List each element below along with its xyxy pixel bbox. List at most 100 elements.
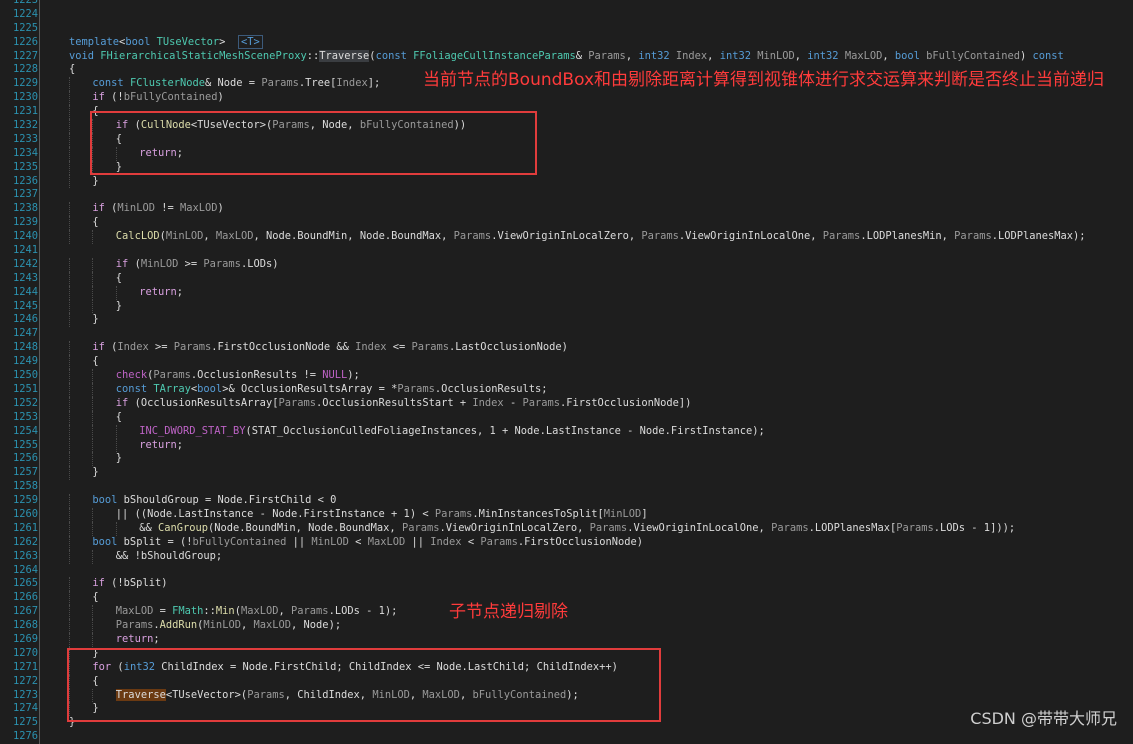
code-line[interactable]: 1276 [0, 730, 1133, 744]
code-line[interactable]: 1260 || ((Node.LastInstance - Node.FirstI… [0, 507, 1133, 522]
code-token: > [219, 35, 238, 48]
code-line[interactable]: 1256} [0, 452, 1133, 467]
code-line[interactable]: 1226 template<bool TUseVector> <T> [0, 34, 1133, 50]
code-line[interactable]: 1255 return; [0, 438, 1133, 453]
indent-guide [92, 507, 94, 522]
code-token: if [92, 577, 105, 590]
indent-guide [69, 146, 70, 161]
code-text: { [69, 63, 75, 77]
code-line[interactable]: 1253 { [0, 410, 1133, 425]
code-line[interactable]: 1236} [0, 174, 1133, 189]
annotation-note-recursion: 子节点递归剔除 [449, 602, 568, 622]
code-token: bShouldGroup = Node.FirstChild < 0 [117, 494, 337, 507]
code-token: } [92, 313, 99, 326]
code-line[interactable]: 1252 if (OcclusionResultsArray[Params.Occ… [0, 396, 1133, 411]
code-line[interactable]: 1261 && CanGroup(Node.BoundMin, Node.Boun… [0, 521, 1133, 536]
indent-guide [69, 424, 70, 439]
code-token: .LODs - 1])); [933, 521, 1016, 534]
code-line[interactable]: 1257} [0, 466, 1133, 481]
code-line[interactable]: 1254 INC_DWORD_STAT_BY(STAT_OcclusionCull… [0, 424, 1133, 439]
code-token: const [92, 77, 130, 90]
code-token: FFoliageCullInstanceParams [413, 49, 576, 62]
code-line[interactable]: 1251 const TArray<bool>& OcclusionResults… [0, 382, 1133, 397]
code-text: if (!bFullyContained) [92, 91, 223, 105]
line-number: 1253 [12, 410, 38, 423]
indent-guide [92, 438, 94, 453]
code-token: Params [641, 230, 679, 243]
code-line[interactable]: 1250 check(Params.OcclusionResults != NUL… [0, 369, 1133, 383]
code-line[interactable]: 1248 if (Index >= Params.FirstOcclusionNo… [0, 341, 1133, 356]
code-text: } [116, 452, 122, 466]
code-line[interactable]: 1245} [0, 299, 1133, 314]
fold-margin [39, 702, 46, 717]
code-line[interactable]: 1224 [0, 7, 1133, 22]
code-line[interactable]: 1240 CalcLOD(MinLOD, MaxLOD, Node.BoundMi… [0, 230, 1133, 245]
code-token: .LODPlanesMax); [991, 230, 1086, 243]
code-line[interactable]: 1241 [0, 244, 1133, 258]
code-token: , [240, 619, 254, 632]
indent-guide [69, 535, 70, 550]
code-text: const FClusterNode& Node = Params.Tree[I… [92, 77, 380, 91]
code-token: MaxLOD [115, 605, 154, 618]
code-line[interactable]: 1246} [0, 313, 1133, 328]
code-token: MaxLOD [838, 49, 883, 62]
line-number: 1265 [12, 577, 38, 590]
code-text: bool bShouldGroup = Node.FirstChild < 0 [92, 494, 336, 508]
code-line[interactable]: 1242 if (MinLOD >= Params.LODs) [0, 257, 1133, 272]
code-line[interactable]: 1265 if (!bSplit) [0, 577, 1133, 592]
fold-margin [39, 577, 46, 592]
indent-guide [69, 507, 70, 522]
code-line[interactable]: 1223 [0, 0, 1133, 8]
fold-margin [39, 563, 46, 578]
code-line[interactable]: 1269 return; [0, 632, 1133, 647]
line-number: 1242 [12, 257, 38, 270]
code-line[interactable]: 1244 return; [0, 285, 1133, 300]
code-line[interactable]: 1227 void FHierarchicalStaticMeshScenePro… [0, 49, 1133, 64]
code-token: Params [453, 230, 492, 243]
code-line[interactable]: 1238 if (MinLOD != MaxLOD) [0, 202, 1133, 217]
line-number: 1255 [12, 438, 38, 451]
code-token: bFullyContained [919, 49, 1020, 62]
code-line[interactable]: 1259 bool bShouldGroup = Node.FirstChild … [0, 494, 1133, 508]
code-token: int32 [719, 49, 751, 62]
code-line[interactable]: 1263 && !bShouldGroup; [0, 549, 1133, 564]
fold-margin [39, 119, 46, 133]
code-line[interactable]: 1225 [0, 21, 1133, 36]
fold-margin [39, 257, 46, 272]
line-number: 1261 [12, 521, 38, 534]
code-token: & [575, 49, 589, 62]
code-line[interactable]: 1230 if (!bFullyContained) [0, 91, 1133, 106]
code-token: , [278, 605, 292, 618]
code-token: || ((Node.LastInstance - Node.FirstInsta… [115, 507, 435, 520]
line-number: 1240 [12, 230, 38, 243]
code-token: CanGroup [157, 521, 209, 534]
code-token: Index [355, 341, 387, 354]
code-token: - [503, 396, 523, 409]
code-text: { [92, 355, 98, 369]
code-line[interactable]: 1258 [0, 480, 1133, 495]
code-line[interactable]: 1243 { [0, 271, 1133, 286]
code-line[interactable]: 1237 [0, 188, 1133, 203]
code-line[interactable]: 1264 [0, 563, 1133, 578]
fold-margin [39, 327, 46, 342]
line-number: 1224 [12, 7, 38, 20]
indent-guide [92, 396, 94, 411]
code-token: bool [125, 35, 151, 48]
code-token: Index [669, 49, 708, 62]
code-token: .LODPlanesMin, [860, 230, 955, 243]
indent-guide [115, 285, 117, 300]
line-number: 1231 [12, 105, 38, 118]
fold-margin [39, 410, 46, 425]
code-token: { [69, 63, 76, 76]
annotation-box-child-recursion [67, 648, 661, 722]
code-line[interactable]: 1239 { [0, 216, 1133, 231]
code-line[interactable]: 1262 bool bSplit = (!bFullyContained || M… [0, 535, 1133, 550]
code-token: ; [176, 438, 183, 451]
indent-guide [69, 355, 70, 370]
indent-guide [92, 424, 94, 439]
code-token: MinLOD [140, 257, 179, 270]
code-line[interactable]: 1247 [0, 327, 1133, 342]
line-number: 1269 [12, 632, 38, 645]
code-token: { [115, 271, 123, 284]
code-line[interactable]: 1249 { [0, 355, 1133, 370]
